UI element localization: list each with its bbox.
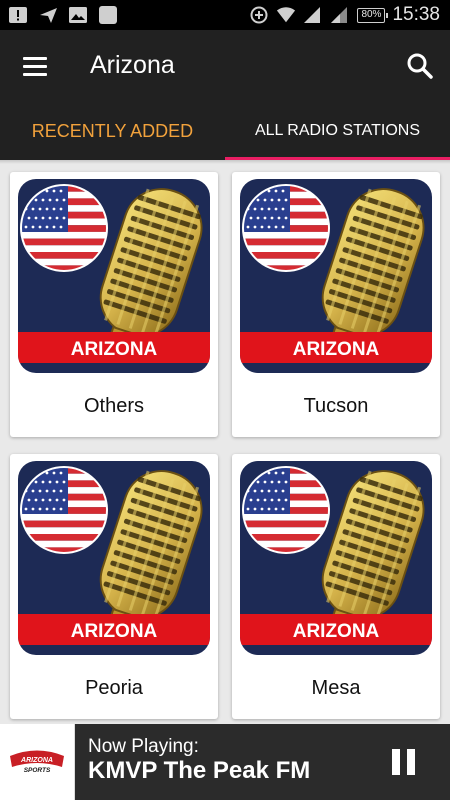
signal-icon <box>303 5 323 25</box>
data-saver-icon <box>249 5 269 25</box>
pause-icon[interactable] <box>392 749 418 775</box>
page-title: Arizona <box>90 51 175 79</box>
status-bar-left <box>8 5 118 25</box>
station-name: Mesa <box>311 677 361 699</box>
svg-text:SPORTS: SPORTS <box>24 767 51 774</box>
station-name: Peoria <box>85 677 143 699</box>
app-icon <box>98 5 118 25</box>
station-name: Tucson <box>303 395 369 417</box>
tab-all-radio-stations[interactable]: ALL RADIO STATIONS <box>225 102 450 160</box>
now-playing-station: KMVP The Peak FM <box>88 757 311 784</box>
status-bar: 80% 15:38 <box>0 0 450 30</box>
station-artwork: ARIZONA <box>18 179 210 373</box>
station-card-mesa[interactable]: ARIZONA Mesa <box>232 454 440 719</box>
hamburger-menu-icon[interactable] <box>16 50 54 82</box>
svg-text:ARIZONA: ARIZONA <box>20 757 53 764</box>
status-time: 15:38 <box>392 4 440 25</box>
app-toolbar: Arizona <box>0 30 450 102</box>
wifi-icon <box>276 5 296 25</box>
station-banner-text: ARIZONA <box>293 621 380 642</box>
station-card-peoria[interactable]: ARIZONA Peoria <box>10 454 218 719</box>
station-artwork: ARIZONA <box>240 179 432 373</box>
station-card-tucson[interactable]: ARIZONA Tucson <box>232 172 440 437</box>
now-playing-bar[interactable]: ARIZONA SPORTS Now Playing: KMVP The Pea… <box>0 724 450 800</box>
station-banner-text: ARIZONA <box>71 621 158 642</box>
battery-icon: 80% <box>357 7 389 23</box>
now-playing-label: Now Playing: <box>88 736 199 757</box>
notification-icon <box>8 5 28 25</box>
image-icon <box>68 5 88 25</box>
station-artwork: ARIZONA <box>240 461 432 655</box>
station-banner-text: ARIZONA <box>293 339 380 360</box>
signal-2-icon <box>330 5 350 25</box>
tab-shadow <box>0 160 450 164</box>
station-name: Others <box>83 395 145 417</box>
tab-recently-added[interactable]: RECENTLY ADDED <box>0 102 225 160</box>
status-bar-right: 80% 15:38 <box>249 4 440 26</box>
station-artwork: ARIZONA <box>18 461 210 655</box>
search-icon[interactable] <box>404 50 436 82</box>
station-logo: ARIZONA SPORTS <box>0 724 75 800</box>
station-banner-text: ARIZONA <box>71 339 158 360</box>
send-icon <box>38 5 58 25</box>
station-card-others[interactable]: ARIZONA Others <box>10 172 218 437</box>
tab-bar: RECENTLY ADDED ALL RADIO STATIONS <box>0 102 450 161</box>
